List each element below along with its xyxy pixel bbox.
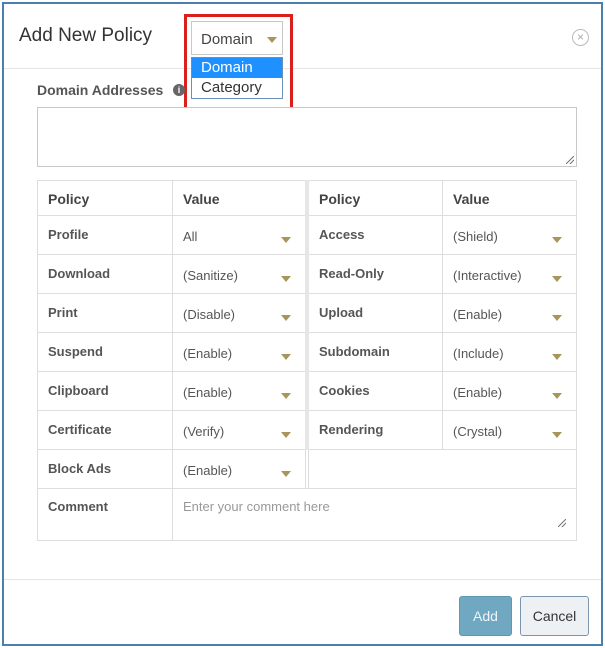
- comment-label: Comment: [37, 488, 173, 541]
- chevron-down-icon: [281, 315, 291, 321]
- chevron-down-icon: [281, 393, 291, 399]
- cell-text: Read-Only: [319, 266, 385, 281]
- policy-value-access[interactable]: (Shield): [442, 215, 577, 255]
- annotation-highlight-box: [184, 14, 293, 113]
- domain-addresses-input[interactable]: [37, 107, 577, 167]
- cell-text: Value: [453, 191, 490, 207]
- cell-text: Download: [48, 266, 111, 281]
- cell-text: Rendering: [319, 422, 384, 437]
- policy-label-cookies: Cookies: [308, 371, 443, 411]
- column-divider: [305, 180, 309, 450]
- cell-text: (Enable): [183, 346, 233, 361]
- policy-value-cookies[interactable]: (Enable): [442, 371, 577, 411]
- header-value-right: Value: [442, 180, 577, 216]
- dialog-header: Add New Policy ×: [4, 4, 601, 69]
- header-value-left: Value: [172, 180, 306, 216]
- cell-text: Policy: [319, 191, 361, 207]
- policy-label-print: Print: [37, 293, 173, 333]
- policy-value-suspend[interactable]: (Enable): [172, 332, 306, 372]
- policy-value-download[interactable]: (Sanitize): [172, 254, 306, 294]
- cell-text: Cookies: [319, 383, 370, 398]
- chevron-down-icon: [552, 276, 562, 282]
- policy-value-clipboard[interactable]: (Enable): [172, 371, 306, 411]
- cell-text: Print: [48, 305, 78, 320]
- policy-label-access: Access: [308, 215, 443, 255]
- policy-label-clipboard: Clipboard: [37, 371, 173, 411]
- policy-label-rendering: Rendering: [308, 410, 443, 450]
- cell-text: (Crystal): [453, 424, 503, 439]
- cell-text: Policy: [48, 191, 90, 207]
- cell-text: Clipboard: [48, 383, 109, 398]
- cell-text: (Verify): [183, 424, 225, 439]
- policy-value-certificate[interactable]: (Verify): [172, 410, 306, 450]
- cell-text: (Disable): [183, 307, 236, 322]
- policy-label-suspend: Suspend: [37, 332, 173, 372]
- cell-text: (Enable): [183, 385, 233, 400]
- policy-label-download: Download: [37, 254, 173, 294]
- cell-text: All: [183, 229, 198, 244]
- domain-addresses-label: Domain Addresses: [37, 82, 164, 98]
- policy-value-subdomain[interactable]: (Include): [442, 332, 577, 372]
- policy-label-certificate: Certificate: [37, 410, 173, 450]
- cell-text: (Enable): [453, 307, 503, 322]
- cell-text: Profile: [48, 227, 89, 242]
- chevron-down-icon: [552, 393, 562, 399]
- cell-text: (Interactive): [453, 268, 522, 283]
- policy-value-print[interactable]: (Disable): [172, 293, 306, 333]
- cell-text: Block Ads: [48, 461, 112, 476]
- cell-text: (Include): [453, 346, 504, 361]
- header-policy-right: Policy: [308, 180, 443, 216]
- policy-label-profile: Profile: [37, 215, 173, 255]
- close-icon[interactable]: ×: [572, 29, 589, 46]
- cell-text: (Shield): [453, 229, 498, 244]
- chevron-down-icon: [281, 276, 291, 282]
- policy-value-profile[interactable]: All: [172, 215, 306, 255]
- cell-text: (Sanitize): [183, 268, 238, 283]
- chevron-down-icon: [552, 315, 562, 321]
- cell-text: Comment: [48, 499, 108, 514]
- cell-text: (Enable): [183, 463, 233, 478]
- cell-text: Certificate: [48, 422, 112, 437]
- info-icon[interactable]: i: [173, 84, 185, 96]
- chevron-down-icon: [281, 237, 291, 243]
- chevron-down-icon: [552, 432, 562, 438]
- chevron-down-icon: [281, 354, 291, 360]
- cell-text: Value: [183, 191, 220, 207]
- policy-value-rendering[interactable]: (Crystal): [442, 410, 577, 450]
- cell-text: Upload: [319, 305, 364, 320]
- chevron-down-icon: [552, 237, 562, 243]
- cell-text: (Enable): [453, 385, 503, 400]
- chevron-down-icon: [281, 471, 291, 477]
- cell-text: Subdomain: [319, 344, 390, 359]
- policy-value-read-only[interactable]: (Interactive): [442, 254, 577, 294]
- cell-text: Access: [319, 227, 365, 242]
- empty-cell: [308, 449, 577, 489]
- cancel-button[interactable]: Cancel: [520, 596, 589, 636]
- header-policy-left: Policy: [37, 180, 173, 216]
- policy-label-upload: Upload: [308, 293, 443, 333]
- chevron-down-icon: [281, 432, 291, 438]
- chevron-down-icon: [552, 354, 562, 360]
- comment-placeholder: Enter your comment here: [183, 499, 330, 514]
- resize-grip-icon[interactable]: [558, 519, 566, 527]
- policy-label-read-only: Read-Only: [308, 254, 443, 294]
- add-policy-dialog: Add New Policy × Domain Domain Category …: [2, 2, 603, 646]
- footer-divider: [4, 579, 601, 580]
- policy-label-block-ads: Block Ads: [37, 449, 173, 489]
- resize-grip-icon[interactable]: [566, 156, 574, 164]
- policy-value-block-ads[interactable]: (Enable): [172, 449, 306, 489]
- policy-label-subdomain: Subdomain: [308, 332, 443, 372]
- policy-value-upload[interactable]: (Enable): [442, 293, 577, 333]
- dialog-title: Add New Policy: [19, 25, 153, 46]
- cell-text: Suspend: [48, 344, 103, 359]
- add-button[interactable]: Add: [459, 596, 512, 636]
- comment-input[interactable]: Enter your comment here: [172, 488, 577, 541]
